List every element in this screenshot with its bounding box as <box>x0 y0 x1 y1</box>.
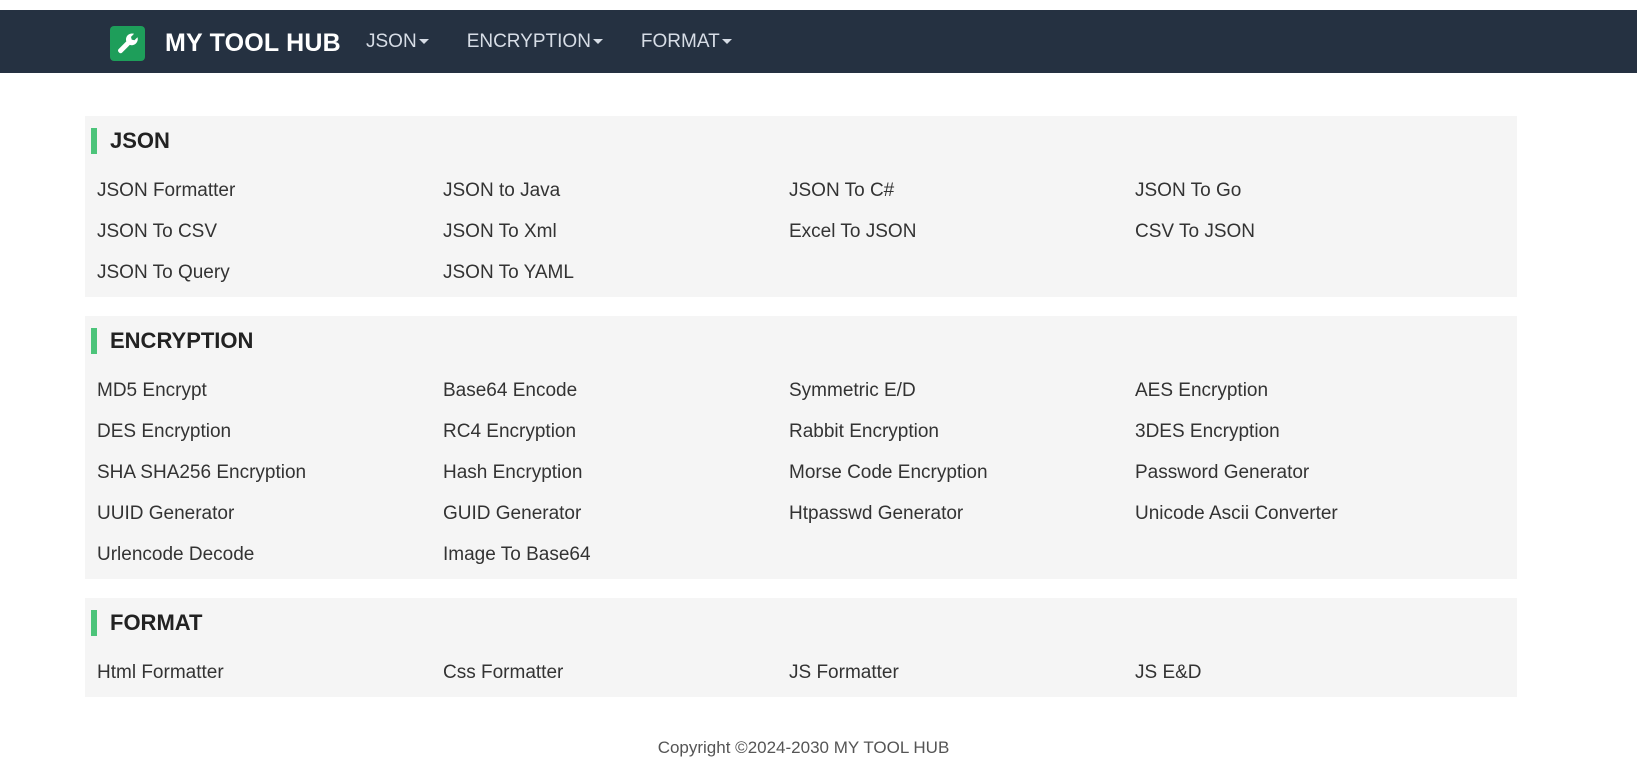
footer-copyright: Copyright ©2024-2030 MY TOOL HUB <box>657 738 950 757</box>
tool-link-html-formatter[interactable]: Html Formatter <box>97 652 443 693</box>
tool-link-aes-encryption[interactable]: AES Encryption <box>1135 370 1481 411</box>
tool-link-json-to-yaml[interactable]: JSON To YAML <box>443 252 789 293</box>
tool-link-json-to-csv[interactable]: JSON To CSV <box>97 211 443 252</box>
caret-down-icon <box>418 39 429 44</box>
tool-link-rabbit-encryption[interactable]: Rabbit Encryption <box>789 411 1135 452</box>
section-accent-bar <box>91 610 97 636</box>
tool-link-morse-code-encryption[interactable]: Morse Code Encryption <box>789 452 1135 493</box>
section-accent-bar <box>91 328 97 354</box>
nav-item-label: FORMAT <box>640 30 720 52</box>
section-title: FORMAT <box>110 610 203 635</box>
tool-link-json-to-query[interactable]: JSON To Query <box>97 252 443 293</box>
tool-link-excel-to-json[interactable]: Excel To JSON <box>789 211 1135 252</box>
wrench-icon <box>110 26 145 61</box>
section-title: ENCRYPTION <box>110 328 254 353</box>
brand-link[interactable]: MY TOOL HUB <box>110 26 341 61</box>
tool-link-urlencode-decode[interactable]: Urlencode Decode <box>97 534 443 575</box>
nav-item-label: ENCRYPTION <box>466 30 591 52</box>
section-header: JSON <box>91 128 1517 154</box>
nav-item-label: JSON <box>366 30 417 52</box>
tool-link-json-to-csharp[interactable]: JSON To C# <box>789 170 1135 211</box>
tool-link-symmetric-ed[interactable]: Symmetric E/D <box>789 370 1135 411</box>
tool-link-3des-encryption[interactable]: 3DES Encryption <box>1135 411 1481 452</box>
section-json: JSON JSON Formatter JSON to Java JSON To… <box>85 116 1517 297</box>
tool-link-csv-to-json[interactable]: CSV To JSON <box>1135 211 1481 252</box>
tool-link-json-formatter[interactable]: JSON Formatter <box>97 170 443 211</box>
tool-link-js-formatter[interactable]: JS Formatter <box>789 652 1135 693</box>
nav-menu: JSON ENCRYPTION FORMAT <box>366 10 770 73</box>
caret-down-icon <box>592 39 603 44</box>
brand-name: MY TOOL HUB <box>165 29 341 57</box>
tool-link-js-ed[interactable]: JS E&D <box>1135 652 1481 693</box>
section-format: FORMAT Html Formatter Css Formatter JS F… <box>85 598 1517 697</box>
tool-link-md5-encrypt[interactable]: MD5 Encrypt <box>97 370 443 411</box>
tools-grid: Html Formatter Css Formatter JS Formatte… <box>85 652 1517 693</box>
caret-down-icon <box>721 39 732 44</box>
top-strip <box>0 0 1637 10</box>
section-accent-bar <box>91 128 97 154</box>
nav-encryption-dropdown[interactable]: ENCRYPTION <box>467 31 603 53</box>
section-encryption: ENCRYPTION MD5 Encrypt Base64 Encode Sym… <box>85 316 1517 579</box>
tools-grid: MD5 Encrypt Base64 Encode Symmetric E/D … <box>85 370 1517 575</box>
tool-link-json-to-java[interactable]: JSON to Java <box>443 170 789 211</box>
tool-link-guid-generator[interactable]: GUID Generator <box>443 493 789 534</box>
section-header: ENCRYPTION <box>91 328 1517 354</box>
tool-link-json-to-xml[interactable]: JSON To Xml <box>443 211 789 252</box>
tool-link-hash-encryption[interactable]: Hash Encryption <box>443 452 789 493</box>
tool-link-rc4-encryption[interactable]: RC4 Encryption <box>443 411 789 452</box>
tool-link-unicode-ascii-converter[interactable]: Unicode Ascii Converter <box>1135 493 1481 534</box>
tool-link-uuid-generator[interactable]: UUID Generator <box>97 493 443 534</box>
main-content: JSON JSON Formatter JSON to Java JSON To… <box>85 116 1517 716</box>
tool-link-base64-encode[interactable]: Base64 Encode <box>443 370 789 411</box>
section-title: JSON <box>110 128 170 153</box>
top-navbar: MY TOOL HUB JSON ENCRYPTION FORMAT <box>0 10 1637 73</box>
tool-link-des-encryption[interactable]: DES Encryption <box>97 411 443 452</box>
tool-link-password-generator[interactable]: Password Generator <box>1135 452 1481 493</box>
tool-link-image-to-base64[interactable]: Image To Base64 <box>443 534 789 575</box>
tool-link-json-to-go[interactable]: JSON To Go <box>1135 170 1481 211</box>
tool-link-css-formatter[interactable]: Css Formatter <box>443 652 789 693</box>
tool-link-htpasswd-generator[interactable]: Htpasswd Generator <box>789 493 1135 534</box>
section-header: FORMAT <box>91 610 1517 636</box>
nav-format-dropdown[interactable]: FORMAT <box>641 31 732 53</box>
nav-json-dropdown[interactable]: JSON <box>366 31 429 53</box>
tool-link-sha-encryption[interactable]: SHA SHA256 Encryption <box>97 452 443 493</box>
tools-grid: JSON Formatter JSON to Java JSON To C# J… <box>85 170 1517 293</box>
